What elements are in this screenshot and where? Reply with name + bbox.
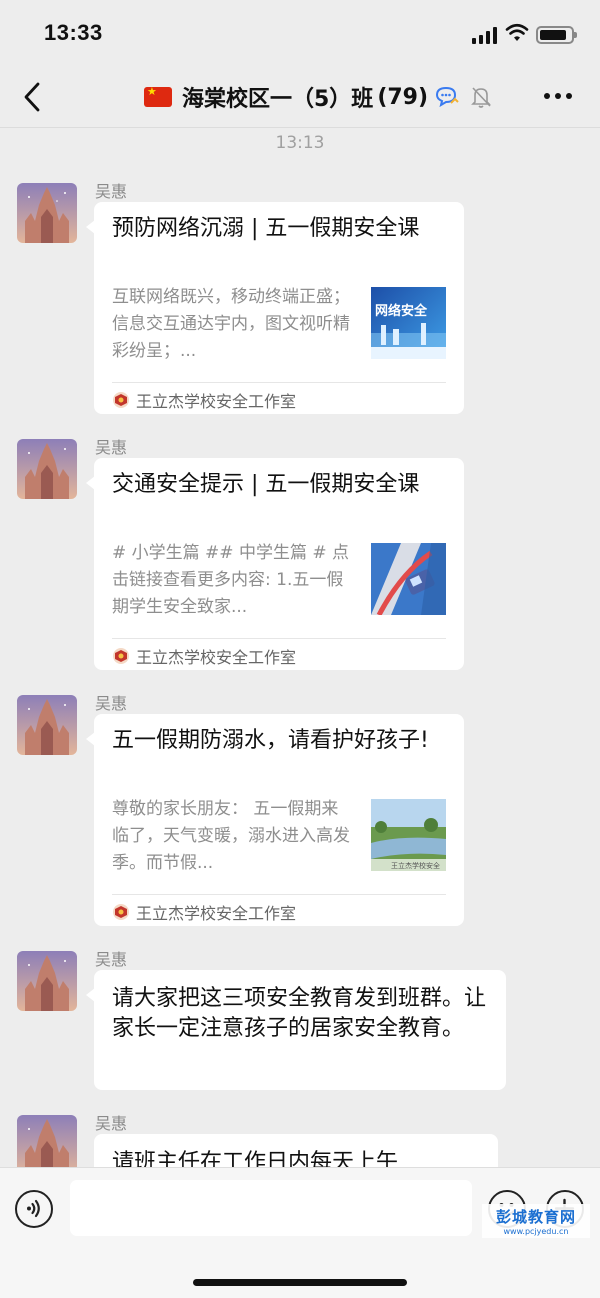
watermark-logo: 彭城教育网 — [495, 1208, 576, 1226]
card-title: 交通安全提示 | 五一假期安全课 — [112, 472, 420, 497]
card-title: 五一假期防溺水，请看护好孩子! — [112, 728, 429, 753]
card-description: 尊敬的家长朋友： 五一假期来临了，天气变暖，溺水进入高发季。而节假... — [112, 799, 350, 873]
castle-avatar-image — [17, 695, 77, 755]
sender-avatar[interactable] — [17, 951, 77, 1011]
status-bar: 13:33 — [0, 0, 600, 66]
message-input[interactable] — [70, 1180, 472, 1236]
chat-title-group[interactable]: 海棠校区一（5）班 (79) — [144, 81, 492, 113]
card-description: 互联网络既兴，移动终端正盛；信息交互通达宇内，图文视听精彩纷呈；... — [112, 287, 350, 361]
sender-name: 吴惠 — [95, 182, 128, 201]
card-divider — [112, 894, 446, 895]
sender-avatar[interactable] — [17, 439, 77, 499]
text-message[interactable]: 请大家把这三项安全教育发到班群。让家长一定注意孩子的居家安全教育。 — [86, 970, 506, 1090]
card-divider — [112, 382, 446, 383]
castle-avatar-image — [17, 1115, 77, 1167]
sender-name: 吴惠 — [95, 950, 128, 969]
wifi-icon — [505, 23, 529, 41]
mute-bell-icon — [471, 87, 491, 108]
card-source: 王立杰学校安全工作室 — [112, 388, 296, 412]
site-watermark: 彭城教育网 www.pcjyedu.cn — [482, 1204, 590, 1238]
voice-icon — [27, 1199, 40, 1218]
sender-name: 吴惠 — [95, 694, 128, 713]
castle-avatar-image — [17, 439, 77, 499]
sender-avatar[interactable] — [17, 183, 77, 243]
link-card[interactable]: 预防网络沉溺 | 五一假期安全课 互联网络既兴，移动终端正盛；信息交互通达宇内，… — [86, 202, 464, 414]
source-logo-icon — [113, 392, 129, 408]
card-source: 王立杰学校安全工作室 — [112, 900, 296, 924]
member-count: (79) — [377, 84, 429, 110]
more-options-icon[interactable] — [544, 93, 572, 99]
sender-name: 吴惠 — [95, 438, 128, 457]
signal-icon — [472, 26, 497, 44]
card-title: 预防网络沉溺 | 五一假期安全课 — [112, 216, 420, 241]
castle-avatar-image — [17, 951, 77, 1011]
thumb-caption: 王立杰学校安全 — [391, 861, 440, 870]
status-time: 13:33 — [44, 20, 103, 45]
sender-avatar[interactable] — [17, 1115, 77, 1167]
watermark-url: www.pcjyedu.cn — [503, 1227, 569, 1236]
card-thumbnail: 王立杰学校安全 — [371, 799, 446, 871]
source-logo-icon — [113, 904, 129, 920]
chat-header: 海棠校区一（5）班 (79) — [0, 66, 600, 128]
thumb-caption: 网络安全 — [375, 303, 428, 319]
card-thumbnail: 网络安全 — [371, 287, 446, 359]
link-card[interactable]: 交通安全提示 | 五一假期安全课 # 小学生篇 ## 中学生篇 # 点击链接查看… — [86, 458, 464, 670]
message-timestamp: 13:13 — [275, 133, 325, 153]
link-card[interactable]: 五一假期防溺水，请看护好孩子! 尊敬的家长朋友： 五一假期来临了，天气变暖，溺水… — [86, 714, 464, 926]
china-flag-icon — [144, 85, 172, 107]
card-source: 王立杰学校安全工作室 — [112, 644, 296, 668]
source-name: 王立杰学校安全工作室 — [136, 648, 297, 667]
card-divider — [112, 638, 446, 639]
source-logo-icon — [113, 648, 129, 664]
sender-name: 吴惠 — [95, 1114, 128, 1133]
chat-title: 海棠校区一（5）班 — [182, 87, 374, 112]
text-message[interactable]: 请班主任在工作日内每天上午 — [94, 1134, 498, 1167]
card-thumbnail — [371, 543, 446, 615]
group-chat-icon — [436, 86, 459, 108]
source-name: 王立杰学校安全工作室 — [136, 904, 297, 923]
castle-avatar-image — [17, 183, 77, 243]
back-icon[interactable] — [18, 80, 48, 114]
battery-icon — [536, 26, 577, 44]
card-description: # 小学生篇 ## 中学生篇 # 点击链接查看更多内容: 1.五一假期学生安全致… — [112, 543, 349, 617]
source-name: 王立杰学校安全工作室 — [136, 392, 297, 411]
voice-input-button[interactable] — [15, 1190, 53, 1228]
input-bar: 彭城教育网 www.pcjyedu.cn — [0, 1167, 600, 1298]
sender-avatar[interactable] — [17, 695, 77, 755]
home-indicator[interactable] — [193, 1279, 407, 1286]
